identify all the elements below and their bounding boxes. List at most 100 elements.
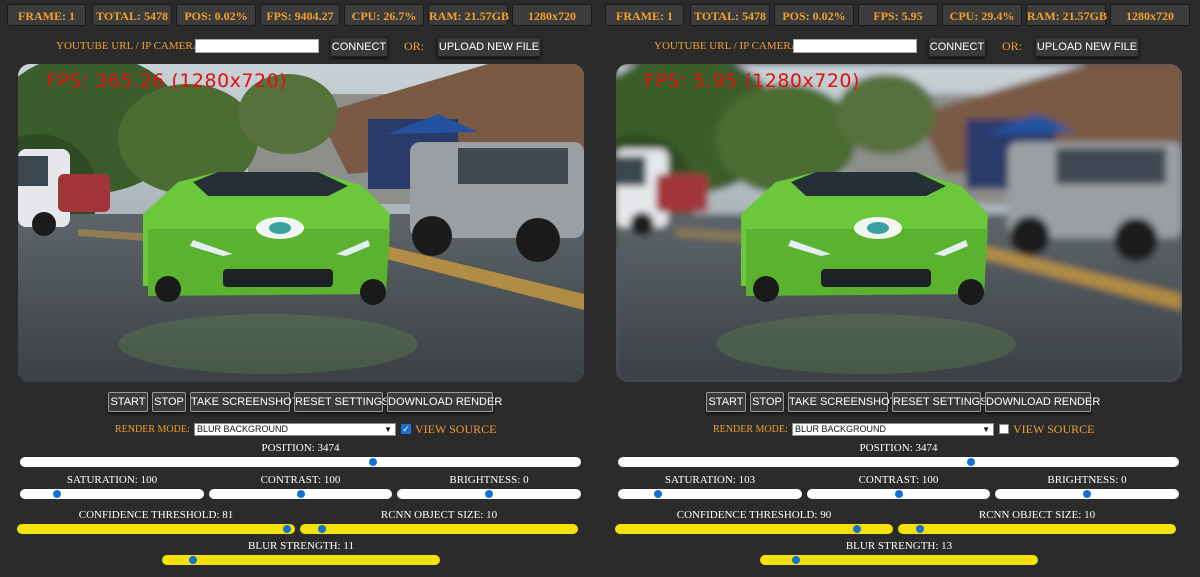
download-render-button[interactable]: DOWNLOAD RENDER xyxy=(387,392,502,412)
url-input[interactable] xyxy=(195,39,319,53)
frame-stat: FRAME: 1 xyxy=(605,4,684,26)
rcnn-object-size-label: RCNN OBJECT SIZE: 10 xyxy=(380,509,498,521)
cpu-stat: CPU: 29.4% xyxy=(942,4,1022,26)
slider-knob[interactable] xyxy=(852,525,861,533)
render-mode-label: RENDER MODE: xyxy=(713,424,788,435)
frame-stat: FRAME: 1 xyxy=(7,4,86,26)
url-input[interactable] xyxy=(793,39,917,53)
start-button[interactable]: START xyxy=(108,392,148,412)
saturation-label: SATURATION: 100 xyxy=(66,474,158,486)
saturation-slider[interactable] xyxy=(20,489,204,499)
contrast-label: CONTRAST: 100 xyxy=(858,474,939,486)
view-source-checkbox[interactable]: ✓ xyxy=(401,424,411,434)
slider-knob[interactable] xyxy=(52,490,61,498)
rcnn-object-size-slider[interactable] xyxy=(898,524,1176,534)
video-frame: FPS: 5.95 (1280x720) xyxy=(616,64,1182,382)
slider-knob[interactable] xyxy=(916,525,925,533)
brightness-label: BRIGHTNESS: 0 xyxy=(449,474,529,486)
slider-knob[interactable] xyxy=(894,490,903,498)
checkmark-icon: ✓ xyxy=(402,424,410,434)
rcnn-object-size-label: RCNN OBJECT SIZE: 10 xyxy=(978,509,1096,521)
start-button[interactable]: START xyxy=(706,392,746,412)
view-source-label[interactable]: VIEW SOURCE xyxy=(415,422,496,437)
confidence-threshold-slider[interactable] xyxy=(17,524,295,534)
confidence-threshold-label: CONFIDENCE THRESHOLD: 81 xyxy=(78,509,234,521)
rcnn-object-size-slider[interactable] xyxy=(300,524,578,534)
render-mode-label: RENDER MODE: xyxy=(115,424,190,435)
slider-knob[interactable] xyxy=(1083,490,1091,498)
ram-stat: RAM: 21.57GB xyxy=(1026,4,1107,26)
or-label: OR: xyxy=(1002,39,1023,53)
fps-stat: FPS: 9404.27 xyxy=(260,4,340,26)
download-render-button[interactable]: DOWNLOAD RENDER xyxy=(985,392,1100,412)
connect-button[interactable]: CONNECT xyxy=(330,37,388,57)
saturation-slider[interactable] xyxy=(618,489,802,499)
take-screenshot-button[interactable]: TAKE SCREENSHOT xyxy=(190,392,298,412)
view-source-checkbox[interactable]: ✓ xyxy=(999,424,1009,434)
source-panel: FRAME: 1 TOTAL: 5478 POS: 0.02% FPS: 940… xyxy=(0,0,592,577)
fps-overlay-text: FPS: 5.95 (1280x720) xyxy=(644,70,860,92)
reset-settings-button[interactable]: RESET SETTINGS xyxy=(294,392,390,412)
url-label: YOUTUBE URL / IP CAMERA: xyxy=(56,40,204,52)
render-mode-row: RENDER MODE: BLUR BACKGROUND ▼ ✓ VIEW SO… xyxy=(0,422,590,438)
stop-button[interactable]: STOP xyxy=(750,392,784,412)
render-mode-select[interactable]: BLUR BACKGROUND ▼ xyxy=(194,423,396,436)
position-label: POSITION: 3474 xyxy=(859,442,938,454)
slider-knob[interactable] xyxy=(318,525,327,533)
blur-strength-slider[interactable] xyxy=(760,555,1038,565)
cpu-stat: CPU: 26.7% xyxy=(344,4,424,26)
contrast-slider[interactable] xyxy=(209,489,392,499)
resolution-stat: 1280x720 xyxy=(512,4,592,26)
slider-knob[interactable] xyxy=(369,458,378,466)
render-mode-value: BLUR BACKGROUND xyxy=(197,424,289,434)
position-label: POSITION: 3474 xyxy=(261,442,340,454)
confidence-threshold-slider[interactable] xyxy=(615,524,893,534)
take-screenshot-button[interactable]: TAKE SCREENSHOT xyxy=(788,392,896,412)
reset-settings-button[interactable]: RESET SETTINGS xyxy=(892,392,988,412)
url-label: YOUTUBE URL / IP CAMERA: xyxy=(654,40,802,52)
render-mode-value: BLUR BACKGROUND xyxy=(795,424,887,434)
brightness-slider[interactable] xyxy=(397,489,581,499)
view-source-label[interactable]: VIEW SOURCE xyxy=(1013,422,1094,437)
total-stat: TOTAL: 5478 xyxy=(690,4,770,26)
slider-knob[interactable] xyxy=(188,556,197,564)
contrast-label: CONTRAST: 100 xyxy=(260,474,341,486)
stop-button[interactable]: STOP xyxy=(152,392,186,412)
brightness-slider[interactable] xyxy=(995,489,1179,499)
resolution-stat: 1280x720 xyxy=(1110,4,1190,26)
confidence-threshold-label: CONFIDENCE THRESHOLD: 90 xyxy=(676,509,832,521)
slider-knob[interactable] xyxy=(967,458,976,466)
source-url-row: YOUTUBE URL / IP CAMERA: CONNECT OR: UPL… xyxy=(598,37,1188,57)
render-panel: FRAME: 1 TOTAL: 5478 POS: 0.02% FPS: 5.9… xyxy=(598,0,1190,577)
fps-stat: FPS: 5.95 xyxy=(858,4,938,26)
fps-overlay-text: FPS: 365.26 (1280x720) xyxy=(46,70,288,92)
position-stat: POS: 0.02% xyxy=(176,4,256,26)
blur-strength-slider[interactable] xyxy=(162,555,440,565)
video-scene xyxy=(616,64,1182,382)
slider-knob[interactable] xyxy=(485,490,493,498)
position-slider[interactable] xyxy=(20,457,581,467)
video-scene xyxy=(18,64,584,382)
slider-knob[interactable] xyxy=(654,490,663,498)
upload-file-button[interactable]: UPLOAD NEW FILE xyxy=(1035,37,1139,57)
render-mode-row: RENDER MODE: BLUR BACKGROUND ▼ ✓ VIEW SO… xyxy=(598,422,1188,438)
slider-knob[interactable] xyxy=(296,490,305,498)
video-frame: FPS: 365.26 (1280x720) xyxy=(18,64,584,382)
position-slider[interactable] xyxy=(618,457,1179,467)
contrast-slider[interactable] xyxy=(807,489,990,499)
chevron-down-icon: ▼ xyxy=(982,425,990,434)
position-stat: POS: 0.02% xyxy=(774,4,854,26)
brightness-label: BRIGHTNESS: 0 xyxy=(1047,474,1127,486)
slider-knob[interactable] xyxy=(282,525,291,533)
playback-controls: START STOP TAKE SCREENSHOT RESET SETTING… xyxy=(598,392,1188,412)
source-url-row: YOUTUBE URL / IP CAMERA: CONNECT OR: UPL… xyxy=(0,37,590,57)
render-mode-select[interactable]: BLUR BACKGROUND ▼ xyxy=(792,423,994,436)
total-stat: TOTAL: 5478 xyxy=(92,4,172,26)
or-label: OR: xyxy=(404,39,425,53)
connect-button[interactable]: CONNECT xyxy=(928,37,986,57)
playback-controls: START STOP TAKE SCREENSHOT RESET SETTING… xyxy=(0,392,590,412)
upload-file-button[interactable]: UPLOAD NEW FILE xyxy=(437,37,541,57)
blur-strength-label: BLUR STRENGTH: 11 xyxy=(248,540,354,552)
ram-stat: RAM: 21.57GB xyxy=(428,4,509,26)
slider-knob[interactable] xyxy=(792,556,801,564)
